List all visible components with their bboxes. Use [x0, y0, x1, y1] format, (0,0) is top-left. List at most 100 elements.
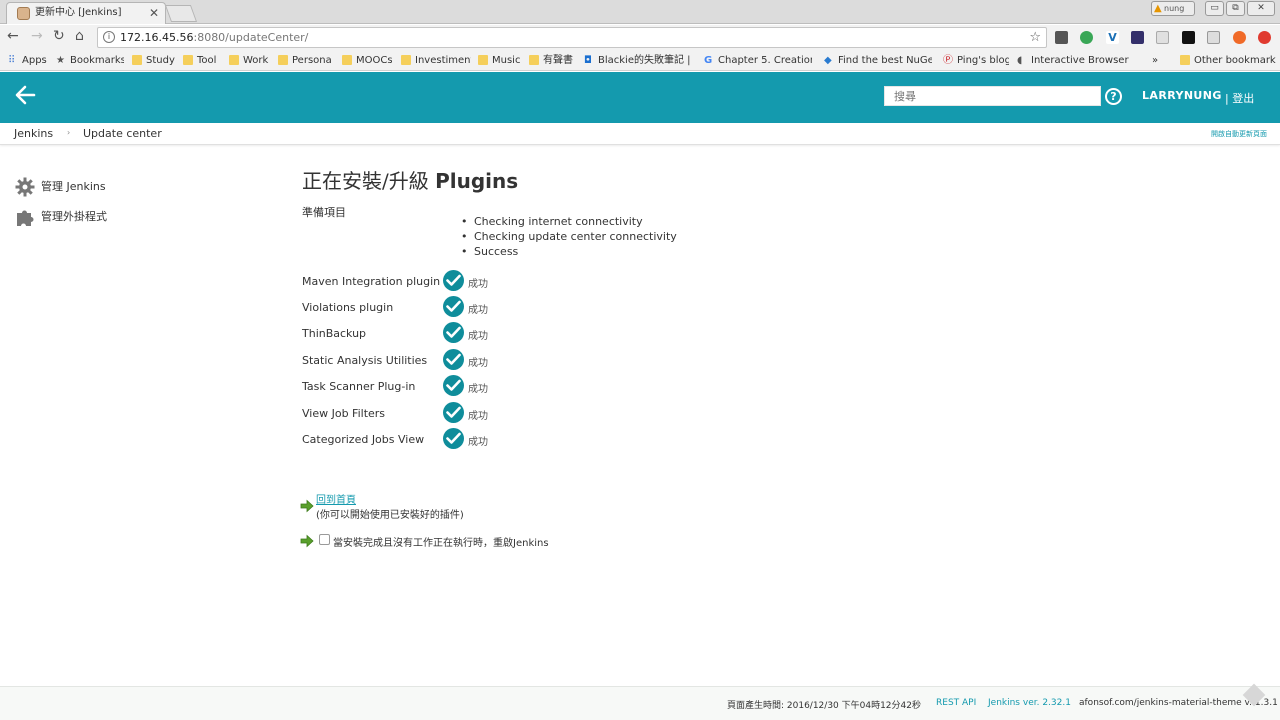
orange-extension-icon[interactable] — [1233, 31, 1246, 44]
bookmarks-overflow-chevron[interactable]: » — [1152, 53, 1166, 68]
status-text: 成功 — [468, 384, 488, 395]
username-link[interactable]: LARRYNUNG — [1142, 89, 1222, 102]
green-extension-icon[interactable] — [1080, 31, 1093, 44]
auto-refresh-link[interactable]: 開啟自動更新頁面 — [1211, 129, 1267, 139]
folder-icon — [342, 55, 352, 65]
logout-link[interactable]: | 登出 — [1225, 90, 1254, 106]
folder-icon — [1180, 55, 1190, 65]
folder-icon — [529, 55, 539, 65]
jenkins-header: ? LARRYNUNG | 登出 — [0, 72, 1280, 123]
jenkins-version-link[interactable]: Jenkins ver. 2.32.1 — [988, 698, 1071, 708]
bookmark-personal[interactable]: Personal — [278, 53, 332, 68]
back-arrow-icon[interactable] — [14, 84, 36, 110]
home-note: (你可以開始使用已安裝好的插件) — [316, 510, 464, 521]
minimize-button[interactable]: ▭ — [1205, 1, 1224, 16]
bookmark-apps[interactable]: ⠿ Apps — [8, 53, 52, 68]
reader-extension-icon[interactable] — [1207, 31, 1220, 44]
bookmark-tool[interactable]: Tool — [183, 53, 223, 68]
red-extension-icon[interactable] — [1258, 31, 1271, 44]
plugin-name: Task Scanner Plug-in — [302, 380, 416, 393]
bookmark-audiobooks[interactable]: 有聲書 — [529, 53, 577, 68]
black-extension-icon[interactable] — [1182, 31, 1195, 44]
success-check-icon — [443, 402, 464, 423]
url-host: 172.16.45.56 — [120, 31, 194, 44]
folder-icon — [278, 55, 288, 65]
list-item: Checking internet connectivity — [461, 214, 677, 229]
success-check-icon — [443, 270, 464, 291]
success-check-icon — [443, 322, 464, 343]
plugin-name: Categorized Jobs View — [302, 433, 425, 446]
site-icon: ◖ — [1017, 55, 1023, 66]
success-check-icon — [443, 349, 464, 370]
bookmark-blackie[interactable]: ◘Blackie的失敗筆記 | B — [584, 53, 690, 68]
folder-icon — [183, 55, 193, 65]
puzzle-icon — [15, 207, 35, 227]
bookmark-chapter5[interactable]: GChapter 5. Creational — [704, 53, 812, 68]
bookmark-music[interactable]: Music — [478, 53, 522, 68]
profile-name: nung — [1164, 4, 1185, 13]
restart-checkbox[interactable] — [319, 534, 330, 545]
plugin-name: ThinBackup — [302, 327, 367, 340]
home-icon[interactable]: ⌂ — [75, 28, 84, 44]
bookmark-star-icon[interactable]: ☆ — [1029, 28, 1041, 47]
browser-toolbar: ← → ↻ ⌂ i 172.16.45.56:8080/updateCenter… — [0, 25, 1280, 50]
plugin-name: Static Analysis Utilities — [302, 354, 428, 367]
apps-icon: ⠿ — [8, 55, 16, 66]
back-to-home-link[interactable]: 回到首頁 — [316, 491, 356, 506]
tab-close-icon[interactable]: ✕ — [149, 3, 159, 23]
bookmark-other[interactable]: Other bookmarks — [1180, 53, 1276, 68]
gray-extension-icon[interactable] — [1156, 31, 1169, 44]
breadcrumb-separator: › — [67, 128, 71, 137]
bookmark-study[interactable]: Study — [132, 53, 178, 68]
profile-chip[interactable]: ▲ nung — [1151, 1, 1195, 16]
preparation-list: Checking internet connectivity Checking … — [461, 214, 677, 259]
rest-api-link[interactable]: REST API — [936, 698, 976, 708]
restart-label[interactable]: 當安裝完成且沒有工作正在執行時，重啟Jenkins — [333, 534, 549, 549]
green-arrow-icon — [300, 498, 314, 513]
status-text: 成功 — [468, 279, 488, 290]
list-item: Checking update center connectivity — [461, 229, 677, 244]
warning-icon: ▲ — [1154, 3, 1162, 14]
plugin-name: Violations plugin — [302, 301, 394, 314]
sidebar-item-manage-jenkins[interactable]: 管理 Jenkins — [15, 177, 106, 199]
bookmark-work[interactable]: Work — [229, 53, 271, 68]
info-icon[interactable]: i — [103, 31, 115, 43]
page-title: 正在安裝/升級 Plugins — [302, 169, 519, 193]
close-window-button[interactable]: ✕ — [1247, 1, 1275, 16]
bookmark-interactive-browser[interactable]: ◖Interactive Browser Ba — [1017, 53, 1129, 68]
plugin-name: Maven Integration plugin — [302, 275, 441, 288]
status-text: 成功 — [468, 411, 488, 422]
bookmark-moocs[interactable]: MOOCs — [342, 53, 392, 68]
url-path: :8080/updateCenter/ — [193, 31, 309, 44]
breadcrumb-jenkins[interactable]: Jenkins — [14, 127, 53, 140]
page-generated-time: 頁面產生時間: 2016/12/30 下午04時12分42秒 — [727, 701, 921, 711]
star-icon: ★ — [56, 55, 65, 66]
bookmark-pings-blog[interactable]: Ⓟ Ping's blog — [943, 53, 1009, 68]
browser-tab[interactable]: 更新中心 [Jenkins] ✕ — [6, 2, 166, 24]
back-icon[interactable]: ← — [7, 28, 19, 44]
reload-icon[interactable]: ↻ — [53, 28, 65, 44]
jenkins-favicon-icon — [17, 7, 30, 20]
sidebar-item-manage-plugins[interactable]: 管理外掛程式 — [15, 207, 107, 229]
folder-icon — [229, 55, 239, 65]
site-icon: ◘ — [584, 55, 592, 66]
purple-extension-icon[interactable] — [1131, 31, 1144, 44]
folder-icon — [401, 55, 411, 65]
bookmark-investiment[interactable]: Investiment — [401, 53, 471, 68]
success-check-icon — [443, 296, 464, 317]
bookmark-bookmarks[interactable]: ★ Bookmarks — [56, 53, 124, 68]
help-icon[interactable]: ? — [1105, 88, 1122, 105]
forward-icon[interactable]: → — [31, 28, 43, 44]
pocket-extension-icon[interactable] — [1055, 31, 1068, 44]
address-bar[interactable]: i 172.16.45.56:8080/updateCenter/ ☆ — [97, 27, 1047, 48]
preparation-label: 準備項目 — [302, 206, 346, 219]
breadcrumb-update-center[interactable]: Update center — [83, 127, 162, 140]
v-extension-icon[interactable]: V — [1106, 31, 1119, 44]
new-tab-button[interactable] — [164, 5, 198, 22]
bookmark-nuget[interactable]: ◆Find the best NuGet P — [824, 53, 932, 68]
search-input[interactable] — [884, 86, 1101, 106]
sidebar-item-label: 管理外掛程式 — [41, 210, 107, 223]
restore-button[interactable]: ⧉ — [1226, 1, 1245, 16]
folder-icon — [132, 55, 142, 65]
sidebar-item-label: 管理 Jenkins — [41, 180, 106, 193]
